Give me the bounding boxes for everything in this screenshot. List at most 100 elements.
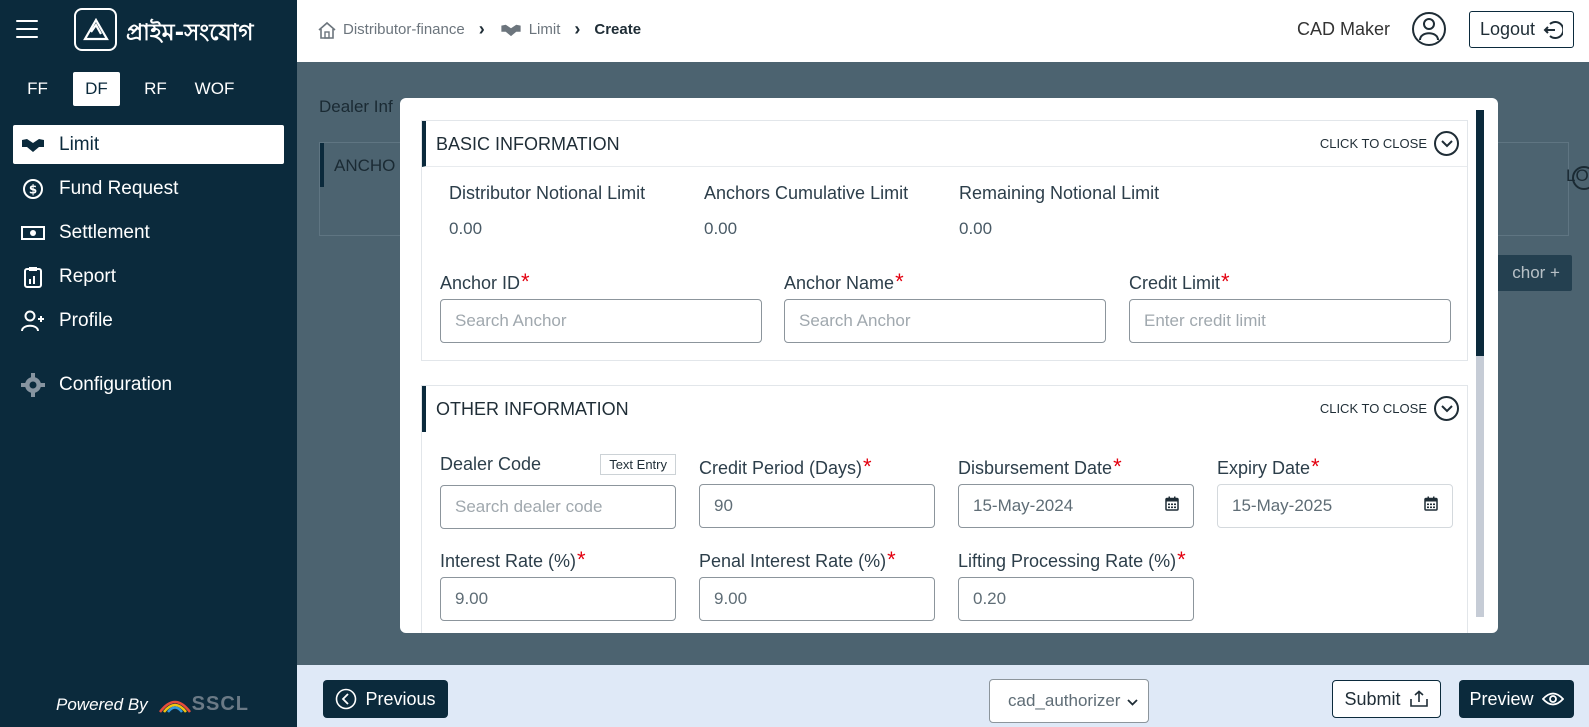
credit-period-field: Credit Period (Days)* <box>699 454 935 528</box>
sidebar-item-limit[interactable]: Limit <box>13 125 284 164</box>
user-avatar-icon[interactable] <box>1412 12 1446 46</box>
sidebar-item-profile[interactable]: Profile <box>13 301 284 340</box>
sidebar-item-label: Configuration <box>59 373 173 395</box>
basic-information-toggle[interactable]: CLICK TO CLOSE <box>1320 131 1459 156</box>
scrollbar-thumb[interactable] <box>1476 110 1484 356</box>
label-text: Credit Limit <box>1129 273 1221 293</box>
clipboard-icon <box>21 265 45 289</box>
credit-limit-field: Credit Limit* <box>1129 269 1451 343</box>
logout-button[interactable]: Logout <box>1469 11 1574 48</box>
label-text: Lifting Processing Rate (%) <box>958 551 1177 571</box>
authorizer-selected: cad_authorizer <box>1008 691 1121 710</box>
dealer-info-label: Dealer Inf <box>319 97 393 116</box>
submit-button[interactable]: Submit <box>1332 680 1441 718</box>
brand-logo-icon <box>74 8 117 51</box>
powered-by-label: Powered By <box>56 694 148 714</box>
sidebar-item-label: Report <box>59 265 117 287</box>
stat-value: 0.00 <box>959 219 993 238</box>
anchor-name-input[interactable] <box>784 299 1106 343</box>
field-label: Credit Period (Days)* <box>699 454 872 479</box>
other-information-toggle[interactable]: CLICK TO CLOSE <box>1320 396 1459 421</box>
basic-information-section: BASIC INFORMATION CLICK TO CLOSE Distrib… <box>421 120 1468 361</box>
home-icon[interactable] <box>317 21 337 39</box>
anchor-panel-title: ANCHO <box>334 156 396 175</box>
section-title: OTHER INFORMATION <box>436 399 629 419</box>
click-to-close-label: CLICK TO CLOSE <box>1319 401 1427 416</box>
field-label: Credit Limit* <box>1129 269 1230 294</box>
field-label: Disbursement Date* <box>958 454 1122 479</box>
chevron-down-icon <box>1434 396 1459 421</box>
expiry-date-field: Expiry Date* 15-May-2025 <box>1217 454 1453 528</box>
sidebar-item-configuration[interactable]: Configuration <box>13 365 284 404</box>
powered-by: Powered By SSCL <box>56 693 249 716</box>
stat-label: Remaining Notional Limit <box>959 183 1160 203</box>
calendar-icon[interactable] <box>1165 496 1179 516</box>
preview-button[interactable]: Preview <box>1459 680 1574 718</box>
remaining-notional-limit: Remaining Notional Limit 0.00 <box>959 183 1159 239</box>
label-text: Dealer Code <box>440 454 542 474</box>
lifting-processing-rate-field: Lifting Processing Rate (%)* <box>958 547 1194 621</box>
svg-text:$: $ <box>29 182 37 196</box>
stat-value: 0.00 <box>449 219 483 238</box>
field-label: Anchor Name* <box>784 269 904 294</box>
module-tab-wof[interactable]: WOF <box>191 72 238 106</box>
module-tab-df[interactable]: DF <box>73 72 120 106</box>
breadcrumb-home[interactable]: Distributor-finance <box>343 21 465 38</box>
section-title: BASIC INFORMATION <box>436 134 620 154</box>
disbursement-date-input[interactable]: 15-May-2024 <box>958 484 1194 528</box>
sidebar-item-fund-request[interactable]: $ Fund Request <box>13 169 284 208</box>
date-value: 15-May-2025 <box>1232 496 1333 515</box>
lifting-processing-rate-input[interactable] <box>958 577 1194 621</box>
sidebar-item-label: Fund Request <box>59 177 179 199</box>
basic-information-header: BASIC INFORMATION CLICK TO CLOSE <box>422 121 1467 167</box>
field-label: Lifting Processing Rate (%)* <box>958 547 1186 572</box>
dealer-code-field: Dealer Code Text Entry <box>440 454 676 529</box>
credit-period-input[interactable] <box>699 484 935 528</box>
vendor-name: SSCL <box>191 693 250 715</box>
label-text: Expiry Date <box>1217 458 1311 478</box>
stat-label: Distributor Notional Limit <box>449 183 646 203</box>
eye-icon <box>1541 691 1564 707</box>
sidebar-item-settlement[interactable]: Settlement <box>13 213 284 252</box>
module-tab-ff[interactable]: FF <box>14 72 61 106</box>
logout-label: Logout <box>1479 19 1536 39</box>
sscl-logo-icon <box>158 700 191 713</box>
interest-rate-input[interactable] <box>440 577 676 621</box>
calendar-icon[interactable] <box>1424 496 1438 516</box>
previous-button[interactable]: Previous <box>323 680 448 718</box>
anchor-id-input[interactable] <box>440 299 762 343</box>
chevron-down-icon <box>1434 131 1459 156</box>
stat-value: 0.00 <box>704 219 738 238</box>
label-text: Interest Rate (%) <box>440 551 577 571</box>
upload-icon <box>1409 690 1429 708</box>
module-tab-rf[interactable]: RF <box>132 72 179 106</box>
authorizer-select[interactable]: cad_authorizer <box>989 679 1149 723</box>
interest-rate-field: Interest Rate (%)* <box>440 547 676 621</box>
gear-icon <box>21 372 45 397</box>
field-label: Penal Interest Rate (%)* <box>699 547 896 572</box>
hamburger-menu-icon[interactable] <box>16 20 38 38</box>
chevron-right-icon: › <box>574 19 581 39</box>
field-label: Anchor ID* <box>440 269 530 294</box>
sidebar-item-report[interactable]: Report <box>13 257 284 296</box>
credit-limit-input[interactable] <box>1129 299 1451 343</box>
action-footer: Previous cad_authorizer Submit Preview <box>297 665 1589 727</box>
breadcrumb-limit[interactable]: Limit <box>529 21 561 38</box>
penal-interest-rate-input[interactable] <box>699 577 935 621</box>
sidebar-item-label: Profile <box>59 309 113 331</box>
text-entry-toggle[interactable]: Text Entry <box>600 454 676 475</box>
label-text: Disbursement Date <box>958 458 1113 478</box>
distributor-notional-limit: Distributor Notional Limit 0.00 <box>449 183 645 239</box>
dealer-code-input[interactable] <box>440 485 676 529</box>
sscl-logo: SSCL <box>158 693 249 716</box>
label-text: Credit Period (Days) <box>699 458 863 478</box>
sidebar-nav: Limit $ Fund Request Settlement Report P… <box>13 125 284 409</box>
expiry-date-input[interactable]: 15-May-2025 <box>1217 484 1453 528</box>
cash-icon <box>21 221 45 245</box>
sidebar: প্রাইম-সংযোগ FF DF RF WOF Limit $ Fund R… <box>0 0 297 727</box>
modal-scrollbar[interactable] <box>1476 110 1484 617</box>
other-information-header: OTHER INFORMATION CLICK TO CLOSE <box>422 386 1467 432</box>
top-header: Distributor-finance › Limit › Create CAD… <box>297 0 1589 62</box>
dollar-circle-icon: $ <box>21 177 45 201</box>
anchors-cumulative-limit: Anchors Cumulative Limit 0.00 <box>704 183 908 239</box>
